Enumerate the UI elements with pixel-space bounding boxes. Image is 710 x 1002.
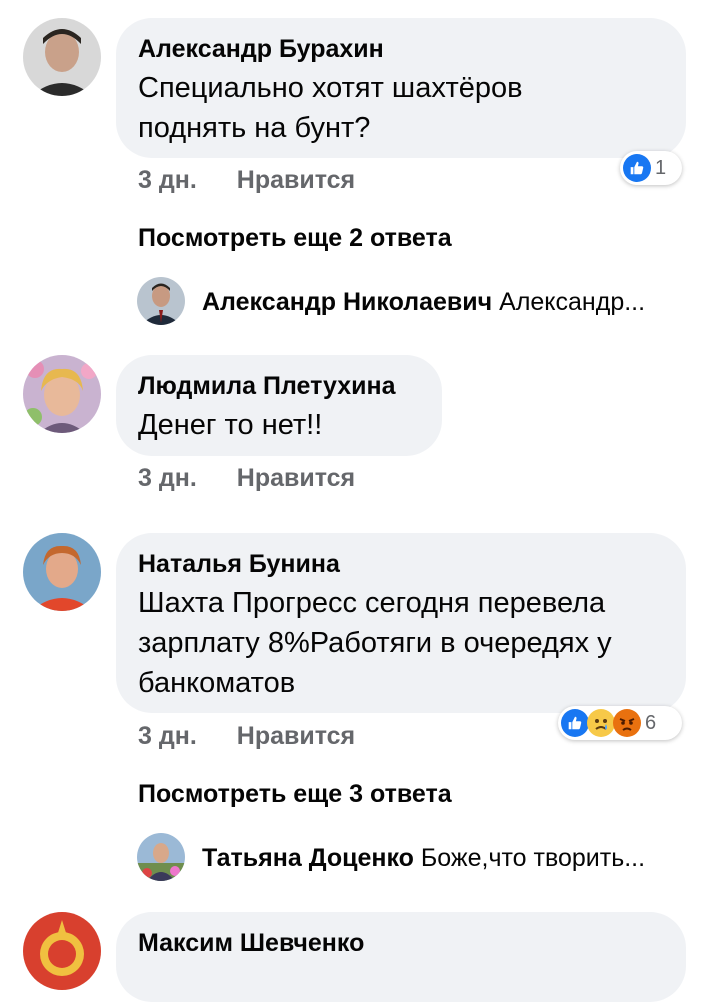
- reaction-count: 1: [655, 156, 667, 179]
- reaction-count: 6: [645, 711, 657, 734]
- comment-author[interactable]: Максим Шевченко: [138, 928, 664, 958]
- sad-reaction-icon: [587, 709, 615, 737]
- comment-bubble: Людмила Плетухина Денег то нет!!: [116, 355, 442, 456]
- like-button[interactable]: Нравится: [237, 166, 355, 195]
- avatar[interactable]: [23, 18, 101, 96]
- comment-meta: 3 дн. Нравится: [138, 464, 355, 493]
- comment-meta: 3 дн. Нравится: [138, 722, 355, 751]
- comment-time[interactable]: 3 дн.: [138, 722, 197, 751]
- comment-author[interactable]: Наталья Бунина: [138, 549, 664, 579]
- reaction-summary[interactable]: 6: [558, 706, 682, 740]
- comment-author[interactable]: Людмила Плетухина: [138, 371, 420, 401]
- reply-avatar[interactable]: [137, 277, 185, 325]
- comment-time[interactable]: 3 дн.: [138, 166, 197, 195]
- view-more-replies-link[interactable]: Посмотреть еще 2 ответа: [138, 224, 452, 253]
- comment-text: Шахта Прогресс сегодня перевела зарплату…: [138, 587, 612, 699]
- comment-bubble: Максим Шевченко: [116, 912, 686, 1002]
- view-more-replies-link[interactable]: Посмотреть еще 3 ответа: [138, 780, 452, 809]
- comment-author[interactable]: Александр Бурахин: [138, 34, 664, 64]
- reply-text: Александр...: [499, 288, 646, 316]
- reply-avatar[interactable]: [137, 833, 185, 881]
- reply-preview[interactable]: Александр Николаевич Александр...: [202, 288, 645, 317]
- comment-bubble: Александр Бурахин Специально хотят шахтё…: [116, 18, 686, 158]
- reply-author[interactable]: Александр Николаевич: [202, 288, 492, 316]
- avatar[interactable]: [23, 355, 101, 433]
- comment-time[interactable]: 3 дн.: [138, 464, 197, 493]
- avatar[interactable]: [23, 533, 101, 611]
- avatar[interactable]: [23, 912, 101, 990]
- like-reaction-icon: [623, 154, 651, 182]
- reply-text: Боже,что творить...: [420, 844, 646, 872]
- comment-text: Специально хотят шахтёров поднять на бун…: [138, 72, 523, 144]
- like-reaction-icon: [561, 709, 589, 737]
- like-button[interactable]: Нравится: [237, 464, 355, 493]
- reaction-summary[interactable]: 1: [620, 151, 682, 185]
- comment-text: Денег то нет!!: [138, 409, 323, 441]
- comment-bubble: Наталья Бунина Шахта Прогресс сегодня пе…: [116, 533, 686, 713]
- like-button[interactable]: Нравится: [237, 722, 355, 751]
- comment-meta: 3 дн. Нравится: [138, 166, 355, 195]
- reply-preview[interactable]: Татьяна Доценко Боже,что творить...: [202, 844, 645, 873]
- angry-reaction-icon: [613, 709, 641, 737]
- reply-author[interactable]: Татьяна Доценко: [202, 844, 414, 872]
